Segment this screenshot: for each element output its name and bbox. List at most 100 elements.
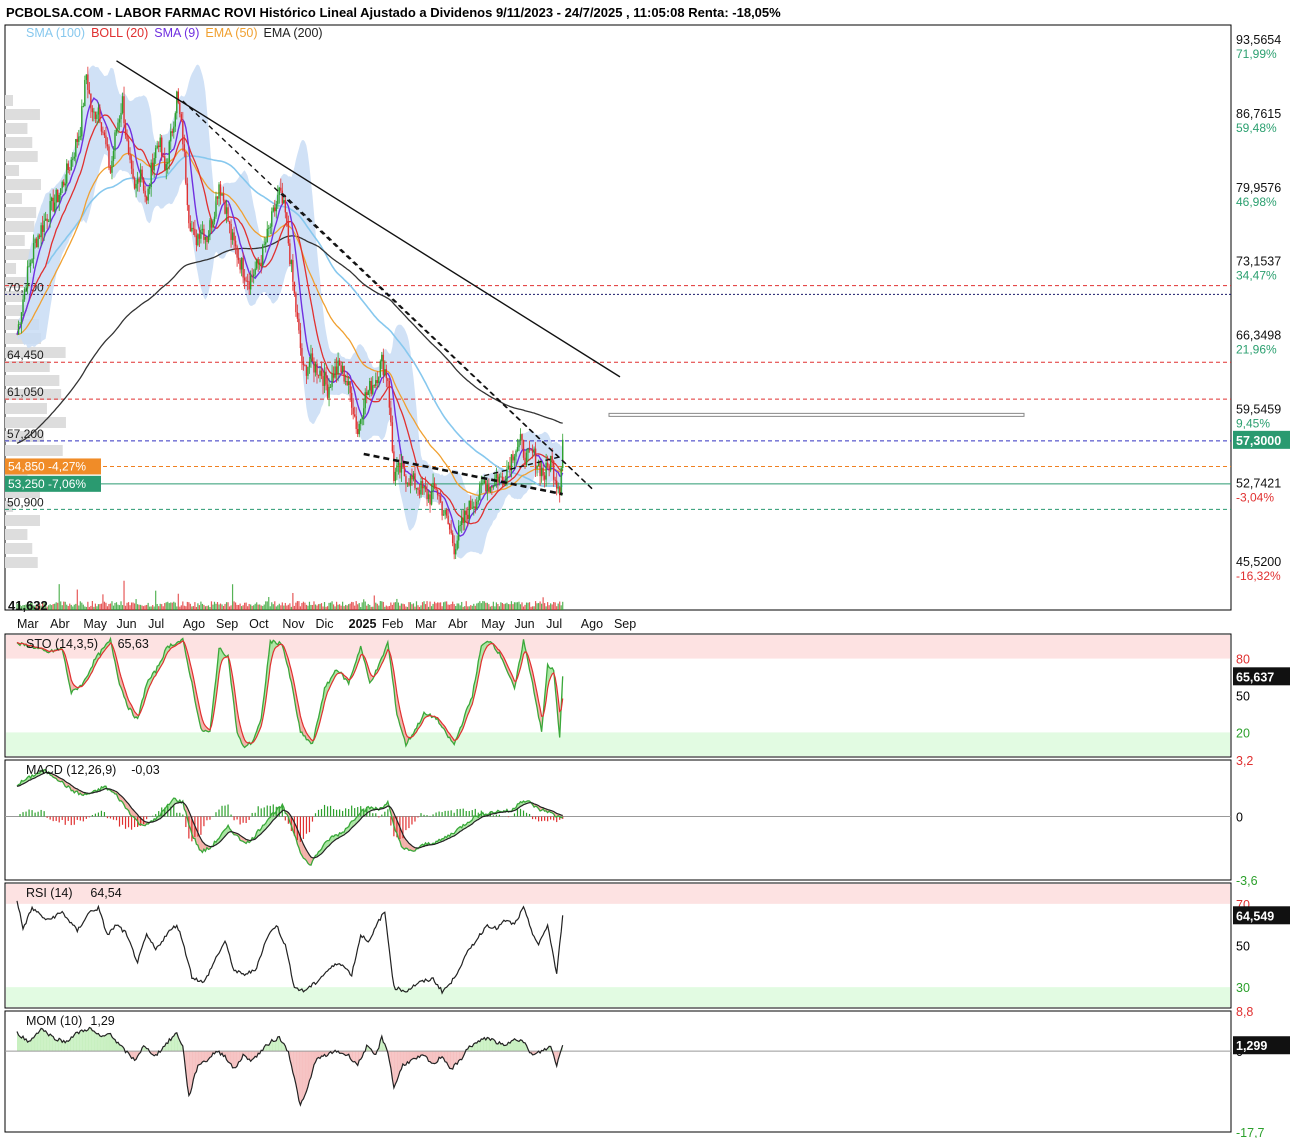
candle-body bbox=[272, 207, 274, 212]
stock-chart: 70,70064,45061,05057,20054,850 -4,27%53,… bbox=[4, 24, 1290, 1138]
candle-body bbox=[373, 385, 375, 387]
volume-bar bbox=[161, 604, 163, 610]
volume-bar bbox=[415, 601, 418, 610]
candle-body bbox=[148, 187, 151, 189]
candle-body bbox=[262, 245, 264, 266]
candle-body bbox=[536, 465, 538, 469]
candle-body bbox=[84, 79, 86, 107]
candle-body bbox=[53, 202, 56, 212]
volume-bar bbox=[343, 606, 345, 610]
candle-body bbox=[352, 407, 354, 415]
momentum-fill bbox=[273, 1041, 275, 1052]
candle-body bbox=[385, 369, 388, 379]
volume-bar bbox=[238, 604, 240, 610]
volume-bar bbox=[539, 601, 541, 610]
macd-histogram-bar bbox=[176, 812, 178, 817]
candle-body bbox=[512, 454, 514, 461]
candle-body bbox=[555, 480, 558, 489]
candle-body bbox=[519, 434, 522, 442]
momentum-fill bbox=[232, 1051, 235, 1068]
volume-bar bbox=[225, 602, 228, 610]
macd-histogram-bar bbox=[381, 814, 383, 817]
candle-body bbox=[275, 204, 277, 212]
candle-body bbox=[55, 189, 57, 203]
macd-histogram-bar bbox=[284, 816, 286, 821]
volume-bar bbox=[88, 606, 90, 610]
candle-body bbox=[154, 148, 157, 159]
candle-body bbox=[518, 441, 520, 448]
macd-histogram-bar bbox=[173, 805, 175, 817]
volume-bar bbox=[411, 604, 413, 610]
volume-bar bbox=[497, 604, 499, 610]
momentum-fill bbox=[496, 1043, 498, 1052]
y-tick-label: 93,5654 bbox=[1236, 33, 1281, 47]
momentum-fill bbox=[301, 1051, 304, 1101]
volume-bar bbox=[82, 604, 84, 610]
candle-body bbox=[20, 312, 23, 324]
volume-bar bbox=[301, 602, 303, 610]
volume-bar bbox=[247, 606, 249, 610]
macd-histogram-bar bbox=[28, 809, 30, 817]
volume-bar bbox=[551, 604, 553, 610]
macd-histogram-bar bbox=[64, 816, 66, 825]
volume-bar bbox=[115, 602, 118, 610]
candle-body bbox=[546, 462, 549, 466]
volume-bar bbox=[450, 603, 452, 610]
candle-body bbox=[138, 178, 140, 183]
momentum-fill bbox=[87, 1027, 90, 1052]
macd-histogram-bar bbox=[37, 811, 39, 817]
candle-body bbox=[323, 371, 326, 386]
volume-bar bbox=[102, 594, 104, 610]
volume-bar bbox=[488, 604, 490, 610]
volume-bar bbox=[170, 602, 172, 610]
volume-bar bbox=[129, 605, 131, 610]
momentum-fill bbox=[481, 1038, 483, 1052]
candle-body bbox=[470, 500, 472, 509]
volume-profile-bar bbox=[5, 515, 40, 526]
candle-body bbox=[360, 419, 362, 424]
candle-body bbox=[557, 487, 559, 489]
macd-histogram-bar bbox=[179, 812, 181, 817]
momentum-fill bbox=[393, 1051, 396, 1088]
volume-bar bbox=[168, 603, 170, 610]
volume-bar bbox=[260, 605, 262, 610]
volume-bar bbox=[510, 601, 513, 610]
macd-histogram-bar bbox=[127, 816, 130, 828]
volume-bar bbox=[280, 605, 282, 610]
volume-bar bbox=[427, 606, 430, 610]
macd-histogram-bar bbox=[308, 816, 311, 833]
candle-body bbox=[521, 434, 523, 440]
macd-histogram-bar bbox=[200, 816, 202, 835]
volume-bar bbox=[452, 601, 454, 610]
volume-bar bbox=[144, 605, 146, 610]
volume-bar bbox=[106, 606, 109, 610]
volume-bar bbox=[391, 604, 393, 610]
volume-bar bbox=[378, 605, 380, 610]
y-tick-pct: 34,47% bbox=[1236, 269, 1277, 283]
momentum-fill bbox=[90, 1028, 93, 1052]
volume-bar bbox=[435, 603, 437, 610]
candle-body bbox=[168, 141, 170, 163]
volume-bar bbox=[73, 604, 75, 610]
volume-bar bbox=[224, 603, 226, 610]
momentum-fill bbox=[514, 1038, 516, 1052]
volume-bar bbox=[409, 602, 412, 610]
indicator-current-label: 1,299 bbox=[1236, 1039, 1267, 1053]
volume-bar bbox=[121, 605, 124, 610]
volume-bar bbox=[263, 604, 265, 610]
macd-histogram-bar bbox=[106, 816, 109, 819]
momentum-fill bbox=[433, 1051, 435, 1064]
candle-body bbox=[474, 506, 476, 509]
candle-body bbox=[109, 166, 112, 173]
candle-body bbox=[25, 288, 27, 290]
volume-bar bbox=[216, 602, 219, 610]
y-tick-pct: 59,48% bbox=[1236, 121, 1277, 135]
volume-bar bbox=[351, 601, 353, 610]
candle-body bbox=[430, 490, 433, 505]
volume-bar bbox=[560, 605, 562, 610]
macd-histogram-bar bbox=[326, 806, 329, 817]
indicator-tick: 80 bbox=[1236, 653, 1250, 667]
macd-histogram-bar bbox=[305, 816, 308, 834]
volume-bar bbox=[55, 602, 57, 610]
volume-bar bbox=[311, 605, 314, 610]
